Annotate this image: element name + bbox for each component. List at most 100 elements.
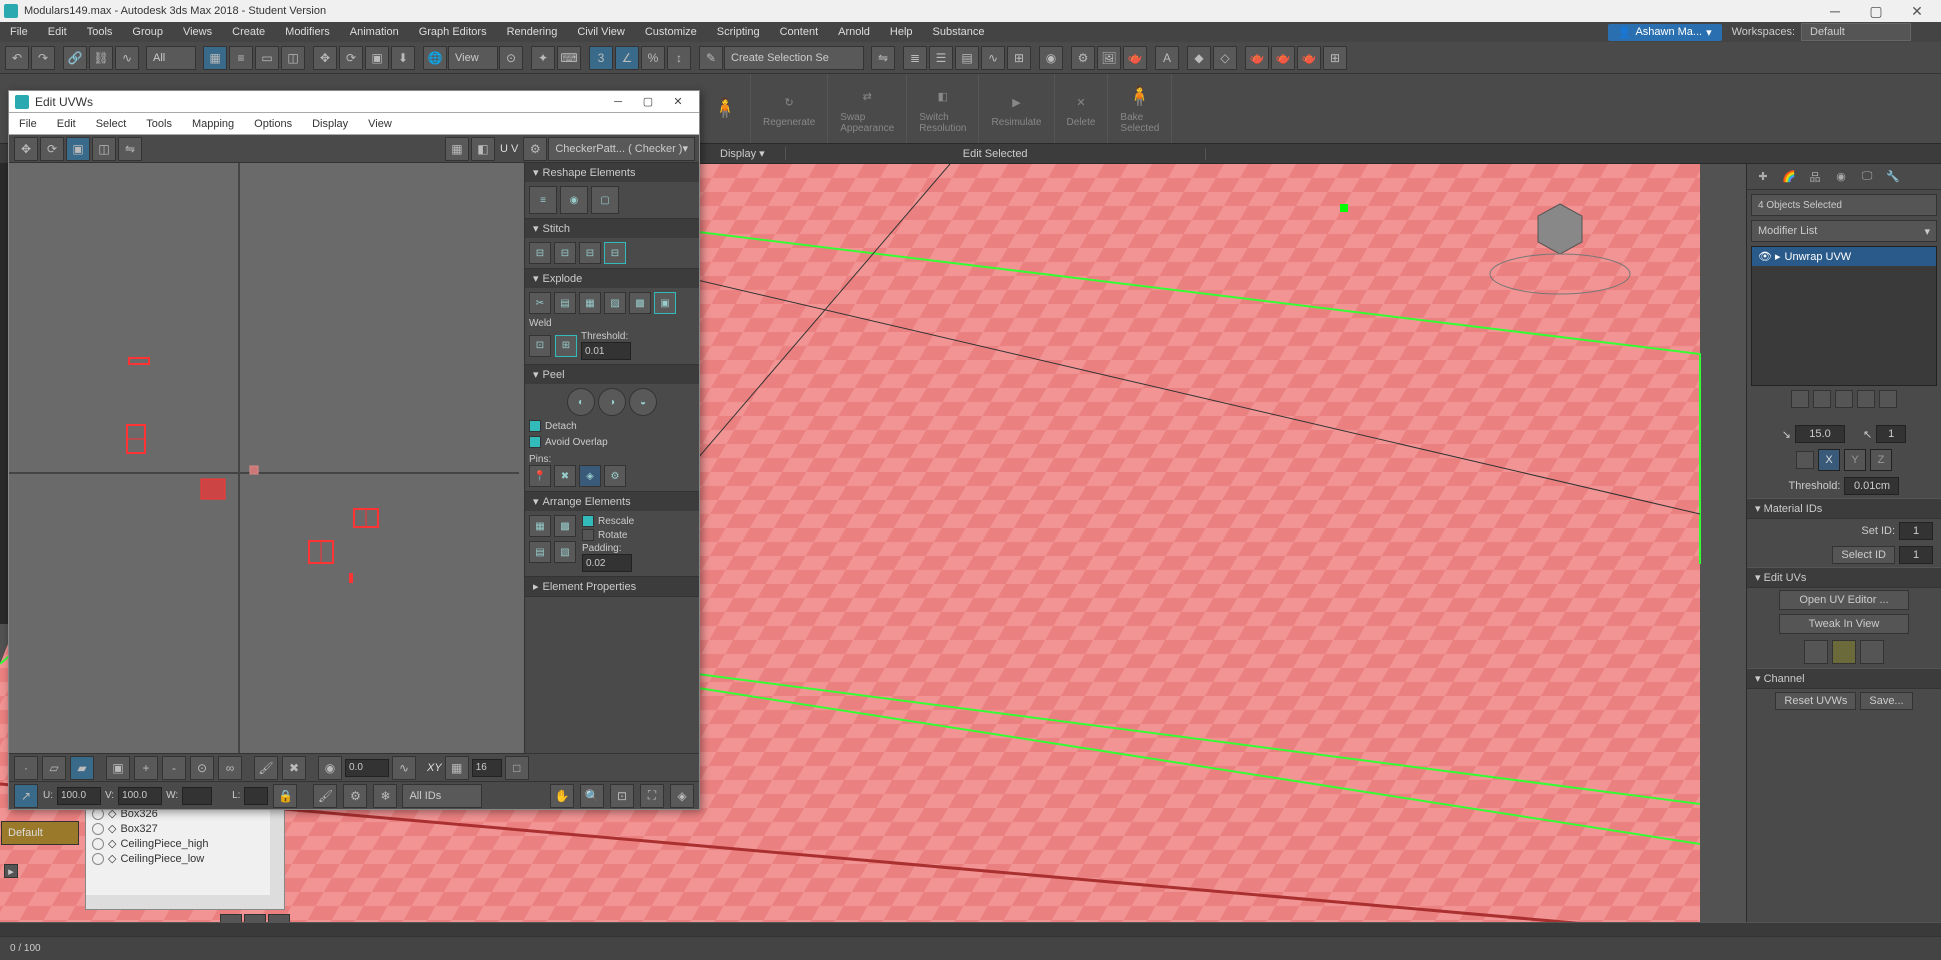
uvw-paint-select[interactable]: 🖌 <box>254 756 278 780</box>
select-rotate-button[interactable]: ⟳ <box>339 46 363 70</box>
stack-item-unwrap-uvw[interactable]: 👁 ▸ Unwrap UVW <box>1752 247 1936 266</box>
visibility-icon[interactable] <box>92 853 104 865</box>
pack-tight-button[interactable]: ▦ <box>529 515 551 537</box>
rendered-frame-button[interactable]: 🖼 <box>1097 46 1121 70</box>
extras-button[interactable]: ⊞ <box>1323 46 1347 70</box>
remove-modifier-button[interactable] <box>1857 390 1875 408</box>
ribbon-tab-display[interactable]: Display ▾ <box>700 147 786 160</box>
rollout-edit-uvs[interactable]: ▾ Edit UVs <box>1747 567 1941 588</box>
hierarchy-tab-icon[interactable]: 品 <box>1805 167 1825 187</box>
schematic-view-button[interactable]: ⊞ <box>1007 46 1031 70</box>
rollout-stitch[interactable]: ▾ Stitch <box>525 219 699 238</box>
uvw-options-button[interactable]: ⚙ <box>523 137 547 161</box>
ribbon-switch-resolution[interactable]: ◧ Switch Resolution <box>907 74 979 143</box>
workspace-dropdown[interactable]: Default <box>1801 23 1911 41</box>
uvw-menu-file[interactable]: File <box>9 118 47 130</box>
flatten-smooth-button[interactable]: ▨ <box>604 292 626 314</box>
rectangular-region-button[interactable]: ▭ <box>255 46 279 70</box>
quick-peel-icon[interactable]: ◐ <box>567 388 595 416</box>
render-button[interactable]: 🫖 <box>1123 46 1147 70</box>
object-name-field[interactable]: 4 Objects Selected <box>1751 194 1937 216</box>
uvw-freeze-button[interactable]: ❄ <box>373 784 397 808</box>
uvw-menu-tools[interactable]: Tools <box>136 118 182 130</box>
display-tab-icon[interactable]: 🖵 <box>1857 167 1877 187</box>
uvw-scale-button[interactable]: ▣ <box>66 137 90 161</box>
rollout-element-properties[interactable]: ▸ Element Properties <box>525 577 699 596</box>
menu-modifiers[interactable]: Modifiers <box>275 22 340 42</box>
uvw-grid-snap[interactable]: ▦ <box>445 756 469 780</box>
uvw-falloff-type[interactable]: ∿ <box>392 756 416 780</box>
uvw-brush-button[interactable]: 🖌 <box>313 784 337 808</box>
ribbon-delete[interactable]: ✕ Delete <box>1055 74 1109 143</box>
rollout-explode[interactable]: ▾ Explode <box>525 269 699 288</box>
menu-substance[interactable]: Substance <box>923 22 995 42</box>
stitch-3-button[interactable]: ⊟ <box>579 242 601 264</box>
modifier-list-dropdown[interactable]: Modifier List▾ <box>1751 220 1937 242</box>
select-object-button[interactable]: ▦ <box>203 46 227 70</box>
rotate-checkbox[interactable] <box>582 529 594 541</box>
keyboard-shortcut-override[interactable]: ⌨ <box>557 46 581 70</box>
uvw-shrink-button[interactable]: - <box>162 756 186 780</box>
menu-edit[interactable]: Edit <box>38 22 77 42</box>
visibility-icon[interactable] <box>92 838 104 850</box>
close-button[interactable]: ✕ <box>1897 0 1937 22</box>
teapot2-button[interactable]: 🫖 <box>1271 46 1295 70</box>
uvw-show-map-button[interactable]: ◧ <box>471 137 495 161</box>
stitch-2-button[interactable]: ⊟ <box>554 242 576 264</box>
show-end-result-button[interactable] <box>1813 390 1831 408</box>
modifier-stack[interactable]: 👁 ▸ Unwrap UVW <box>1751 246 1937 386</box>
uvw-fit-sel-button[interactable]: ◈ <box>670 784 694 808</box>
uvw-zoom-button[interactable]: 🔍 <box>580 784 604 808</box>
pelt-icon[interactable]: ◒ <box>629 388 657 416</box>
uvw-poly-mode[interactable]: ▰ <box>70 756 94 780</box>
uvw-lock-button[interactable]: 🔒 <box>273 784 297 808</box>
quick-peel-button[interactable] <box>1832 640 1856 664</box>
flatten-poly-button[interactable]: ▦ <box>579 292 601 314</box>
layer-explorer-button[interactable]: ☰ <box>929 46 953 70</box>
teapot3-button[interactable]: 🫖 <box>1297 46 1321 70</box>
uvw-menu-select[interactable]: Select <box>86 118 137 130</box>
snap-toggle[interactable]: 3 <box>589 46 613 70</box>
uvw-soft-falloff-input[interactable] <box>345 759 389 777</box>
pack-custom-button[interactable]: ▧ <box>554 541 576 563</box>
weld-selected-button[interactable]: ⊡ <box>529 335 551 357</box>
uvw-transform-type[interactable]: ↗ <box>14 784 38 808</box>
box-button[interactable]: ▢ <box>591 186 619 214</box>
avoid-overlap-checkbox[interactable] <box>529 436 541 448</box>
uvw-l-input[interactable] <box>244 787 268 805</box>
rollout-material-ids[interactable]: ▾ Material IDs <box>1747 498 1941 519</box>
uvw-checker-button[interactable]: ▦ <box>445 137 469 161</box>
uvw-menu-mapping[interactable]: Mapping <box>182 118 244 130</box>
menu-rendering[interactable]: Rendering <box>497 22 568 42</box>
motion-tab-icon[interactable]: ◉ <box>1831 167 1851 187</box>
open-uv-editor-button[interactable]: Open UV Editor ... <box>1779 590 1909 610</box>
flatten-custom-button[interactable]: ▣ <box>654 292 676 314</box>
user-account-button[interactable]: 👤Ashawn Ma...▾ <box>1608 24 1722 41</box>
ribbon-tab-edit-selected[interactable]: Edit Selected <box>786 148 1206 160</box>
uvw-vertex-mode[interactable]: · <box>14 756 38 780</box>
link-button[interactable]: 🔗 <box>63 46 87 70</box>
uvw-ids-dropdown[interactable]: All IDs <box>402 784 482 808</box>
menu-civilview[interactable]: Civil View <box>567 22 634 42</box>
utilities-tab-icon[interactable]: 🔧 <box>1883 167 1903 187</box>
uvw-titlebar[interactable]: Edit UVWs ─ ▢ ✕ <box>9 91 699 113</box>
pin-select-button[interactable]: ◈ <box>579 465 601 487</box>
axis-z-button[interactable]: Z <box>1870 449 1892 471</box>
pack-recursive-button[interactable]: ▤ <box>529 541 551 563</box>
uvw-menu-edit[interactable]: Edit <box>47 118 86 130</box>
substance-button[interactable]: ◆ <box>1187 46 1211 70</box>
uvw-freeform-button[interactable]: ◫ <box>92 137 116 161</box>
ribbon-resimulate[interactable]: ▶ Resimulate <box>979 74 1054 143</box>
axis-y-button[interactable]: Y <box>1844 449 1866 471</box>
menu-customize[interactable]: Customize <box>635 22 707 42</box>
reset-uvws-button[interactable]: Reset UVWs <box>1775 692 1856 710</box>
select-id-input[interactable] <box>1899 546 1933 564</box>
timeline[interactable] <box>0 922 1941 936</box>
make-unique-button[interactable] <box>1835 390 1853 408</box>
spinner-input[interactable] <box>1876 425 1906 443</box>
pin-remove-button[interactable]: ✖ <box>554 465 576 487</box>
rollout-arrange-elements[interactable]: ▾ Arrange Elements <box>525 492 699 511</box>
break-button[interactable]: ✂ <box>529 292 551 314</box>
detach-checkbox[interactable] <box>529 420 541 432</box>
align-button[interactable]: ≣ <box>903 46 927 70</box>
